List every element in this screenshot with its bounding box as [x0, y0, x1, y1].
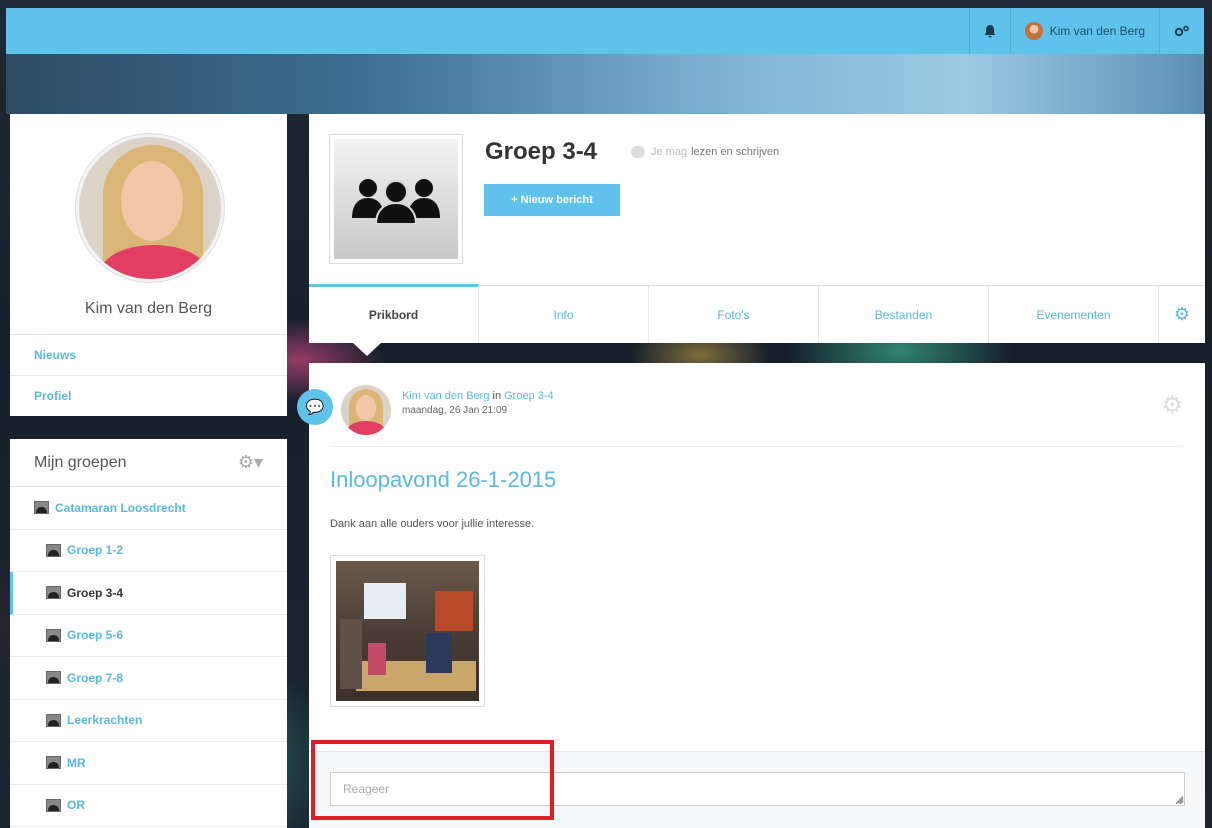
group-item-groep-7-8[interactable]: Groep 7-8 — [10, 657, 287, 700]
group-item-groep-1-2[interactable]: Groep 1-2 — [10, 530, 287, 572]
group-icon — [46, 671, 61, 685]
tab-info[interactable]: Info — [479, 286, 649, 343]
group-header-card: Groep 3-4 Je mag lezen en schrijven + Ni… — [309, 114, 1205, 356]
group-title: Groep 3-4 — [485, 138, 598, 165]
new-post-button[interactable]: + Nieuw bericht — [484, 184, 620, 216]
my-groups-title: Mijn groepen — [34, 453, 127, 471]
group-icon — [46, 713, 61, 727]
active-tab-pointer — [353, 343, 381, 356]
notifications-button[interactable] — [968, 8, 1010, 54]
group-item-groep-5-6[interactable]: Groep 5-6 — [10, 615, 287, 657]
group-item-or[interactable]: OR — [10, 785, 287, 827]
post-title: Inloopavond 26-1-2015 — [330, 467, 557, 492]
group-icon — [34, 501, 49, 515]
group-item-label: Leerkrachten — [67, 713, 143, 728]
nav-item-profiel[interactable]: Profiel — [10, 375, 287, 416]
header-banner — [6, 54, 1204, 114]
my-groups-card: Mijn groepen ⚙▾ Catamaran Loosdrecht Gro… — [10, 439, 287, 828]
resize-grip-icon[interactable]: ◢ — [1175, 794, 1183, 805]
post-options-gear-icon[interactable]: ⚙ — [1161, 391, 1183, 420]
group-item-label: OR — [67, 798, 85, 813]
user-menu-button[interactable]: Kim van den Berg — [1009, 8, 1159, 54]
chat-bubble-icon — [631, 146, 645, 158]
group-item-leerkrachten[interactable]: Leerkrachten — [10, 700, 287, 742]
profile-name: Kim van den Berg — [84, 300, 213, 317]
group-icon — [46, 798, 61, 812]
post-date: maandag, 26 Jan 21:09 — [402, 405, 508, 416]
profile-avatar[interactable] — [76, 134, 224, 282]
permission-label: Je mag lezen en schrijven — [631, 146, 779, 158]
group-tabs: Prikbord Info Foto's Bestanden Evenement… — [309, 284, 1205, 343]
permission-text: lezen en schrijven — [691, 146, 780, 158]
user-avatar-small — [1024, 22, 1043, 40]
tab-bestanden[interactable]: Bestanden — [819, 286, 989, 343]
group-icon — [46, 586, 61, 600]
group-item-label: Groep 5-6 — [67, 628, 124, 643]
tab-settings-gear-icon[interactable]: ⚙ — [1159, 286, 1205, 343]
my-groups-header: Mijn groepen ⚙▾ — [10, 439, 287, 487]
profile-card: Kim van den Berg Nieuws Profiel — [10, 114, 287, 416]
group-icon — [46, 628, 61, 642]
cogs-icon — [1174, 25, 1189, 37]
highlight-annotation — [311, 740, 554, 820]
tab-evenementen[interactable]: Evenementen — [989, 286, 1159, 343]
group-item-label: Catamaran Loosdrecht — [55, 500, 186, 515]
gear-icon[interactable]: ⚙▾ — [238, 452, 263, 473]
comment-bubble-icon: 💬 — [297, 389, 333, 425]
post-in-word: in — [492, 390, 502, 402]
group-item-label: MR — [67, 755, 86, 770]
settings-button[interactable] — [1159, 8, 1204, 54]
top-navbar: Kim van den Berg — [6, 8, 1204, 54]
permission-prefix: Je mag — [651, 146, 688, 158]
group-item-catamaran[interactable]: Catamaran Loosdrecht — [10, 487, 287, 530]
nav-item-nieuws[interactable]: Nieuws — [10, 334, 287, 375]
post-meta: Kim van den Berg in Groep 3-4 maandag, 2… — [402, 390, 554, 416]
group-item-mr[interactable]: MR — [10, 742, 287, 785]
user-menu-name: Kim van den Berg — [1049, 24, 1145, 38]
group-item-groep-3-4[interactable]: Groep 3-4 — [10, 572, 287, 615]
tab-prikbord[interactable]: Prikbord — [309, 284, 479, 343]
profile-nav: Nieuws Profiel — [10, 334, 287, 416]
group-item-label: Groep 3-4 — [67, 585, 124, 600]
post-author-link[interactable]: Kim van den Berg — [402, 390, 489, 402]
group-item-label: Groep 1-2 — [67, 543, 124, 558]
post-group-link[interactable]: Groep 3-4 — [504, 390, 554, 402]
group-icon — [46, 756, 61, 770]
post-body: Dank aan alle ouders voor jullie interes… — [330, 518, 535, 530]
group-thumbnail — [329, 134, 463, 264]
group-people-icon — [352, 179, 440, 224]
post-divider — [331, 446, 1183, 447]
post-photo[interactable] — [330, 555, 485, 707]
bell-icon — [984, 24, 996, 37]
tab-fotos[interactable]: Foto's — [649, 286, 819, 343]
group-item-label: Groep 7-8 — [67, 670, 124, 685]
group-icon — [46, 543, 61, 557]
post-author-avatar[interactable] — [341, 385, 391, 435]
